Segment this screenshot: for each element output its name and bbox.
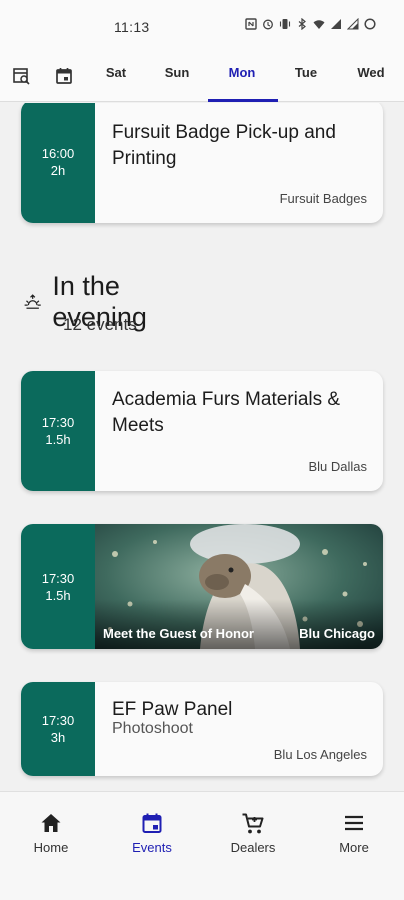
nav-more-label: More — [339, 840, 369, 855]
event-title: Fursuit Badge Pick-up and Printing — [112, 122, 336, 169]
event-subtitle: Photoshoot — [112, 720, 193, 737]
battery-icon — [364, 18, 376, 30]
nav-dealers[interactable]: Dealers — [208, 812, 298, 855]
nav-more[interactable]: More — [309, 812, 399, 855]
event-search-icon — [13, 68, 30, 85]
event-card[interactable]: 17:30 3h EF Paw Panel Photoshoot Blu Los… — [21, 682, 383, 776]
calendar-icon — [142, 813, 162, 833]
event-start-time: 16:00 — [41, 145, 75, 161]
signal-2-icon — [347, 18, 359, 30]
signal-icon — [331, 19, 341, 29]
event-time-block: 16:00 2h — [21, 103, 95, 223]
alarm-icon — [263, 19, 273, 30]
tab-wed[interactable]: Wed — [341, 65, 401, 80]
event-list[interactable]: 16:00 2h Fursuit Badge Pick-up and Print… — [0, 103, 404, 791]
bottom-navigation: Home Events Dealers More — [0, 791, 404, 900]
event-title: Academia Furs Materials & Meets — [112, 389, 341, 436]
nav-dealers-label: Dealers — [230, 840, 276, 855]
wifi-icon — [313, 20, 325, 29]
event-location: Blu Los Angeles — [273, 747, 367, 762]
calendar-icon — [56, 68, 72, 84]
event-start-time: 17:30 — [41, 570, 75, 586]
event-time-block: 17:30 1.5h — [21, 524, 95, 649]
event-title: EF Paw Panel — [112, 699, 233, 720]
event-card[interactable]: 17:30 1.5h Academia Furs Materials & Mee… — [21, 371, 383, 491]
active-tab-indicator — [208, 99, 278, 102]
filter-list-button[interactable] — [10, 64, 34, 88]
event-details: Academia Furs Materials & Meets Blu Dall… — [95, 371, 383, 491]
sunset-icon — [24, 294, 41, 309]
event-location: Blu Chicago — [299, 626, 375, 641]
day-tab-bar: Sat Sun Mon Tue Wed — [0, 54, 404, 102]
nav-events[interactable]: Events — [107, 812, 197, 855]
status-time: 11:13 — [114, 19, 150, 35]
event-details: EF Paw Panel Photoshoot Blu Los Angeles — [95, 682, 383, 776]
nav-home-label: Home — [33, 840, 69, 855]
menu-icon — [345, 815, 363, 831]
tab-sat[interactable]: Sat — [86, 65, 146, 80]
event-time-block: 17:30 1.5h — [21, 371, 95, 491]
event-card-featured[interactable]: 17:30 1.5h Meet the Guest of Honor Blu C… — [21, 524, 383, 649]
bluetooth-icon — [298, 18, 306, 30]
event-location: Fursuit Badges — [279, 191, 367, 206]
vibrate-icon — [279, 19, 291, 29]
event-start-time: 17:30 — [41, 415, 75, 430]
status-icons — [245, 18, 376, 30]
event-time-block: 17:30 3h — [21, 682, 95, 776]
status-bar: 11:13 — [0, 0, 404, 54]
event-location: Blu Dallas — [308, 459, 367, 474]
event-duration: 1.5h — [45, 587, 71, 603]
tab-sun[interactable]: Sun — [147, 65, 207, 80]
nav-home[interactable]: Home — [6, 812, 96, 855]
event-duration: 1.5h — [45, 432, 71, 447]
nav-events-label: Events — [132, 840, 172, 855]
event-card[interactable]: 16:00 2h Fursuit Badge Pick-up and Print… — [21, 103, 383, 223]
nfc-icon — [245, 18, 257, 30]
calendar-button[interactable] — [52, 64, 76, 88]
home-icon — [41, 814, 61, 832]
event-duration: 2h — [50, 162, 66, 178]
section-event-count: 12 events — [63, 315, 137, 334]
cart-icon — [242, 813, 264, 834]
event-title: Meet the Guest of Honor — [103, 626, 254, 641]
event-duration: 3h — [50, 730, 66, 745]
event-banner: Meet the Guest of Honor Blu Chicago — [95, 524, 383, 649]
event-details: Fursuit Badge Pick-up and Printing Fursu… — [95, 103, 383, 223]
tab-mon[interactable]: Mon — [212, 65, 272, 80]
tab-tue[interactable]: Tue — [276, 65, 336, 80]
event-start-time: 17:30 — [41, 713, 75, 728]
